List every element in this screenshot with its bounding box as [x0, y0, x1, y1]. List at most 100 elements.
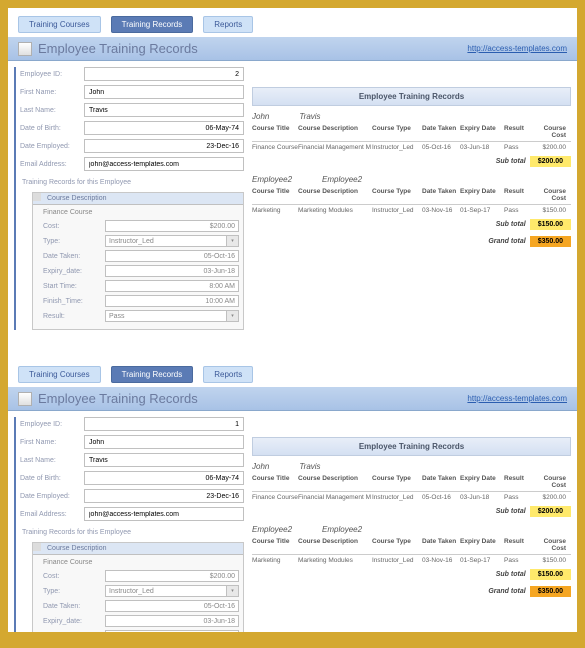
input-expiry[interactable]: 03-Jun-18 — [105, 265, 239, 277]
title-bar: Employee Training Records http://access-… — [8, 387, 577, 411]
report-row: Marketing Marketing Modules Instructor_L… — [252, 205, 571, 216]
chevron-down-icon: ▾ — [226, 311, 238, 321]
input-employee-id[interactable] — [84, 67, 244, 81]
form-icon — [18, 42, 32, 56]
report-columns: Course TitleCourse DescriptionCourse Typ… — [252, 536, 571, 555]
combo-type[interactable]: Instructor_Led▾ — [105, 585, 239, 597]
label-last-name: Last Name: — [20, 107, 84, 114]
subtotal-value: $150.00 — [530, 219, 571, 230]
label-employee-id: Employee ID: — [20, 71, 84, 78]
input-first-name[interactable] — [84, 85, 244, 99]
subtotal-row: Sub total$200.00 — [252, 506, 571, 517]
subtotal-row: Sub total$150.00 — [252, 219, 571, 230]
col-cost: Course Cost — [528, 125, 566, 139]
col-taken: Date Taken — [422, 125, 460, 139]
label-email: Email Address: — [20, 511, 84, 518]
tab-bar: Training Courses Training Records Report… — [8, 358, 577, 387]
report-panel: Employee Training Records JohnTravis Cou… — [252, 67, 571, 330]
input-email[interactable] — [84, 507, 244, 521]
input-date-taken[interactable]: 05-Oct-16 — [105, 600, 239, 612]
report-group-name: JohnTravis — [252, 460, 571, 473]
chevron-down-icon: ▾ — [226, 236, 238, 246]
input-date-taken[interactable]: 05-Oct-16 — [105, 250, 239, 262]
input-start-time[interactable]: 8:00 AM — [105, 630, 239, 632]
input-date-employed[interactable] — [84, 139, 244, 153]
label-date-taken: Date Taken: — [43, 253, 105, 260]
title-bar: Employee Training Records http://access-… — [8, 37, 577, 61]
report-group-name: JohnTravis — [252, 110, 571, 123]
label-expiry: Expiry_date: — [43, 618, 105, 625]
input-cost[interactable]: $200.00 — [105, 570, 239, 582]
col-result: Result — [504, 125, 528, 139]
label-type: Type: — [43, 588, 105, 595]
subtotal-row: Sub total$200.00 — [252, 156, 571, 167]
subform-header-course-desc: Course Description — [43, 193, 111, 204]
label-date-employed: Date Employed: — [20, 143, 84, 150]
label-cost: Cost: — [43, 573, 105, 580]
col-desc: Course Description — [298, 125, 372, 139]
input-date-employed[interactable] — [84, 489, 244, 503]
input-finish-time[interactable]: 10:00 AM — [105, 295, 239, 307]
report-row: Finance Course Financial Management M In… — [252, 142, 571, 153]
input-email[interactable] — [84, 157, 244, 171]
label-type: Type: — [43, 238, 105, 245]
training-subform-label: Training Records for this Employee — [22, 179, 244, 186]
tab-reports[interactable]: Reports — [203, 366, 253, 383]
col-title: Course Title — [252, 125, 298, 139]
subtotal-value: $150.00 — [530, 569, 571, 580]
tab-training-courses[interactable]: Training Courses — [18, 16, 101, 33]
external-link[interactable]: http://access-templates.com — [467, 394, 567, 403]
label-dob: Date of Birth: — [20, 475, 84, 482]
label-cost: Cost: — [43, 223, 105, 230]
report-title: Employee Training Records — [252, 87, 571, 106]
report-row: Finance CourseFinancial Management MInst… — [252, 492, 571, 503]
page-title: Employee Training Records — [38, 41, 198, 56]
input-last-name[interactable] — [84, 453, 244, 467]
input-employee-id[interactable] — [84, 417, 244, 431]
grand-total-row: Grand total$350.00 — [252, 236, 571, 247]
label-finish-time: Finish_Time: — [43, 298, 105, 305]
tab-training-records[interactable]: Training Records — [111, 16, 194, 33]
form-panel: Employee ID: First Name: Last Name: Date… — [14, 67, 244, 330]
input-dob[interactable] — [84, 471, 244, 485]
combo-result[interactable]: Pass▾ — [105, 310, 239, 322]
tab-training-records[interactable]: Training Records — [111, 366, 194, 383]
form-icon — [18, 392, 32, 406]
record-selector-icon[interactable] — [33, 543, 41, 551]
label-date-employed: Date Employed: — [20, 493, 84, 500]
subform-header-course-desc: Course Description — [43, 543, 111, 554]
training-subform-label: Training Records for this Employee — [22, 529, 244, 536]
record-selector-icon[interactable] — [33, 193, 41, 201]
input-cost[interactable]: $200.00 — [105, 220, 239, 232]
input-last-name[interactable] — [84, 103, 244, 117]
subform-course-desc-value: Finance Course — [43, 559, 239, 566]
tab-reports[interactable]: Reports — [203, 16, 253, 33]
label-email: Email Address: — [20, 161, 84, 168]
report-group-name: Employee2Employee2 — [252, 523, 571, 536]
report-group-name: Employee2Employee2 — [252, 173, 571, 186]
grand-total-value: $350.00 — [530, 236, 571, 247]
form-instance-1: Training Courses Training Records Report… — [8, 358, 577, 632]
form-instance-0: Training Courses Training Records Report… — [8, 8, 577, 330]
page-title: Employee Training Records — [38, 391, 198, 406]
label-employee-id: Employee ID: — [20, 421, 84, 428]
report-columns: Course TitleCourse DescriptionCourse Typ… — [252, 473, 571, 492]
input-expiry[interactable]: 03-Jun-18 — [105, 615, 239, 627]
label-expiry: Expiry_date: — [43, 268, 105, 275]
input-first-name[interactable] — [84, 435, 244, 449]
grand-total-row: Grand total$350.00 — [252, 586, 571, 597]
input-dob[interactable] — [84, 121, 244, 135]
subtotal-row: Sub total$150.00 — [252, 569, 571, 580]
chevron-down-icon: ▾ — [226, 586, 238, 596]
label-dob: Date of Birth: — [20, 125, 84, 132]
external-link[interactable]: http://access-templates.com — [467, 44, 567, 53]
col-expiry: Expiry Date — [460, 125, 504, 139]
input-start-time[interactable]: 8:00 AM — [105, 280, 239, 292]
combo-type[interactable]: Instructor_Led▾ — [105, 235, 239, 247]
report-title: Employee Training Records — [252, 437, 571, 456]
report-panel: Employee Training Records JohnTravis Cou… — [252, 417, 571, 632]
tab-training-courses[interactable]: Training Courses — [18, 366, 101, 383]
subform-course-desc-value: Finance Course — [43, 209, 239, 216]
subtotal-value: $200.00 — [530, 156, 571, 167]
training-subform: Course Description Finance Course Cost:$… — [32, 192, 244, 330]
